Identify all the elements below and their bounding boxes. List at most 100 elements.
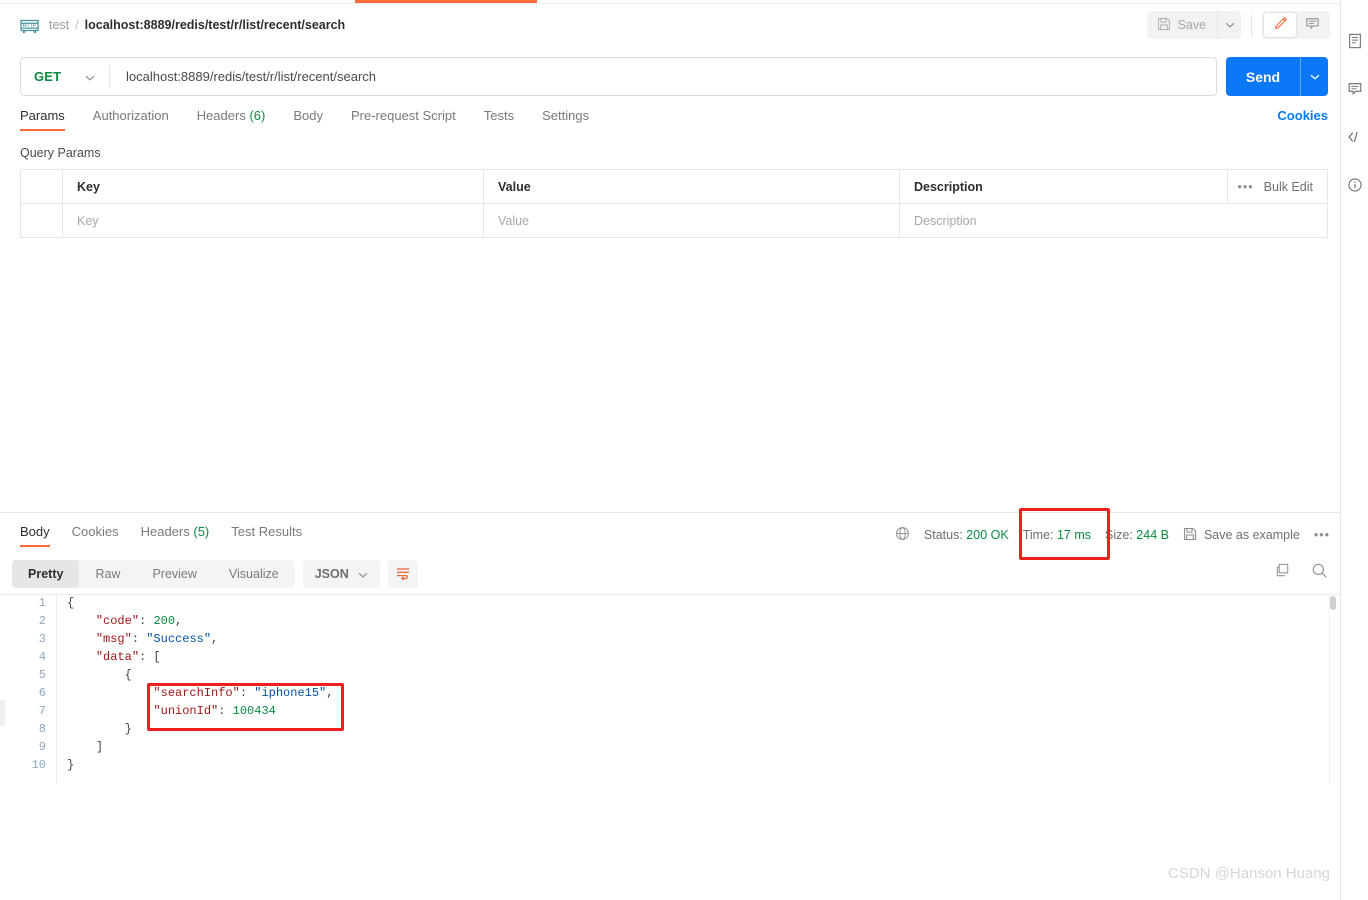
tab-settings[interactable]: Settings [542,108,589,131]
code-scrollbar-track[interactable] [1329,594,1337,784]
send-dropdown-button[interactable] [1301,74,1328,80]
word-wrap-icon [395,566,411,583]
code-line: "msg": "Success", [67,630,1340,648]
globe-icon [895,526,910,544]
tab-params[interactable]: Params [20,108,65,131]
response-more-icon[interactable]: ••• [1314,528,1330,542]
tab-headers[interactable]: Headers (6) [197,108,266,131]
language-selector[interactable]: JSON [302,560,380,588]
save-as-example-label: Save as example [1203,528,1300,542]
code-line: { [67,594,1340,612]
url-input[interactable]: localhost:8889/redis/test/r/list/recent/… [110,69,1216,84]
code-token-pun: } [124,722,132,736]
response-tab-test-results[interactable]: Test Results [231,524,302,547]
row-description-input[interactable]: Description [900,204,1327,237]
svg-text:HTTP: HTTP [23,23,37,29]
size-label: Size: [1105,528,1133,542]
response-tabs: Body Cookies Headers (5) Test Results [12,524,330,547]
chevron-down-icon [1225,22,1234,28]
info-icon[interactable] [1346,176,1364,194]
tab-pre-request-script[interactable]: Pre-request Script [351,108,456,131]
response-meta-bar: Status: 200 OK Time: 17 ms Size: 244 B S… [895,526,1330,544]
code-token-pun: ] [95,740,104,754]
time-value: 17 ms [1056,528,1092,542]
view-preview-button[interactable]: Preview [136,560,212,588]
tab-settings-label: Settings [542,108,590,123]
tab-tests[interactable]: Tests [484,108,514,131]
send-button[interactable]: Send [1226,69,1300,85]
row-value-input[interactable]: Value [484,204,900,237]
row-checkbox-cell[interactable] [21,204,63,237]
response-tab-headers-count: (5) [193,524,210,539]
size-group: Size: 244 B [1105,528,1169,542]
save-button[interactable]: Save [1147,11,1218,39]
line-number: 10 [31,758,46,772]
copy-icon[interactable] [1274,562,1291,582]
view-pretty-button[interactable]: Pretty [12,560,80,588]
comment-icon[interactable] [1346,80,1364,98]
code-token-key: "searchInfo" [153,686,240,700]
tab-tests-label: Tests [483,108,515,123]
view-raw-button[interactable]: Raw [79,560,136,588]
response-body-viewer[interactable]: 1 2 3 4 5 6 7 8 9 10 { "code": 200, "msg": "Succe… [0,594,1340,784]
tab-authorization[interactable]: Authorization [93,108,169,131]
status-group: Status: 200 OK [924,528,1009,542]
header-key: Key [63,170,484,203]
documentation-icon[interactable] [1346,32,1364,50]
table-row: Key Value Description [21,204,1327,238]
code-token-pun: { [124,668,132,682]
response-format-toolbar: Pretty Raw Preview Visualize JSON [12,560,418,588]
view-visualize-button[interactable]: Visualize [213,560,295,588]
chevron-down-icon [358,567,368,581]
code-line: "unionId": 100434 [67,702,1340,720]
language-label: JSON [314,567,349,581]
url-bar-row: GET localhost:8889/redis/test/r/list/rec… [20,57,1328,96]
query-params-title: Query Params [20,146,101,160]
code-token-key: "data" [95,650,140,664]
postman-window: HTTP test / localhost:8889/redis/test/r/… [0,0,1368,900]
save-dropdown-button[interactable] [1217,11,1241,39]
code-token-str: "iphone15" [254,686,327,700]
tab-body[interactable]: Body [293,108,323,131]
breadcrumb-request-name[interactable]: localhost:8889/redis/test/r/list/recent/… [85,18,346,32]
line-number: 5 [38,668,46,682]
response-tab-body-label: Body [20,524,50,539]
response-tab-test-results-label: Test Results [231,524,303,539]
response-tab-headers[interactable]: Headers (5) [141,524,210,547]
bulk-edit-button[interactable]: Bulk Edit [1264,180,1313,194]
save-as-example-button[interactable]: Save as example [1183,527,1300,544]
code-icon[interactable] [1346,128,1364,146]
comment-icon [1305,16,1320,34]
word-wrap-button[interactable] [387,560,418,588]
line-number: 9 [38,740,46,754]
method-selector[interactable]: GET [21,69,109,84]
edit-mode-button[interactable] [1264,13,1296,37]
search-icon[interactable] [1311,562,1328,582]
code-line: "searchInfo": "iphone15", [67,684,1340,702]
view-mode-group [1262,11,1330,39]
code-token-num: 100434 [232,704,276,718]
response-tab-body[interactable]: Body [20,524,50,547]
response-body-actions [1274,562,1328,582]
cookies-link[interactable]: Cookies [1277,108,1328,123]
tab-body-label: Body [293,108,323,123]
header-description: Description [914,179,983,194]
breadcrumb-workspace[interactable]: test [49,18,69,32]
line-number: 2 [38,614,46,628]
code-scrollbar-thumb[interactable] [1330,596,1336,610]
status-label: Status: [923,528,963,542]
watermark-text: CSDN @Hanson Huang [1168,865,1330,882]
ellipsis-icon[interactable]: ••• [1238,180,1254,194]
row-key-input[interactable]: Key [63,204,484,237]
size-value: 244 B [1136,528,1169,542]
response-tab-cookies-label: Cookies [71,524,119,539]
response-tab-cookies[interactable]: Cookies [72,524,119,547]
query-params-table: Key Value Description ••• Bulk Edit Key … [20,169,1328,238]
chevron-down-icon [1310,74,1319,80]
code-token-pun: : [ [139,650,161,664]
save-button-group: Save [1146,11,1241,39]
comment-button[interactable] [1296,13,1328,37]
pencil-icon [1273,16,1288,34]
json-code-content[interactable]: { "code": 200, "msg": "Success", "data":… [56,594,1340,784]
table-header-row: Key Value Description ••• Bulk Edit [21,170,1327,204]
